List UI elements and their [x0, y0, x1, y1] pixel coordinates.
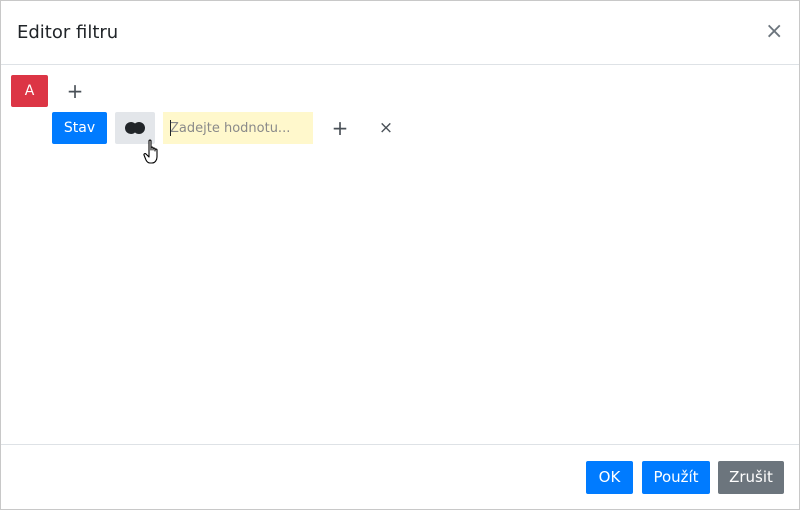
dialog-header: Editor filtru ×	[1, 1, 799, 65]
filter-editor-dialog: Editor filtru × A + Stav + × OK Použít Z…	[0, 0, 800, 510]
field-selector-button[interactable]: Stav	[52, 112, 107, 144]
group-operator-button[interactable]: A	[11, 75, 48, 107]
close-button[interactable]: ×	[765, 21, 783, 43]
text-caret	[170, 120, 171, 136]
dialog-footer: OK Použít Zrušit	[1, 444, 799, 510]
filter-body: A + Stav + ×	[1, 65, 799, 444]
hand-cursor-icon	[143, 139, 158, 164]
dialog-title: Editor filtru	[17, 22, 119, 43]
add-value-button[interactable]: +	[330, 118, 350, 138]
value-input[interactable]	[163, 112, 313, 144]
add-condition-button[interactable]: +	[65, 81, 85, 101]
apply-button[interactable]: Použít	[642, 461, 710, 494]
remove-condition-button[interactable]: ×	[378, 118, 394, 138]
cancel-button[interactable]: Zrušit	[718, 461, 784, 494]
ok-button[interactable]: OK	[586, 461, 633, 494]
